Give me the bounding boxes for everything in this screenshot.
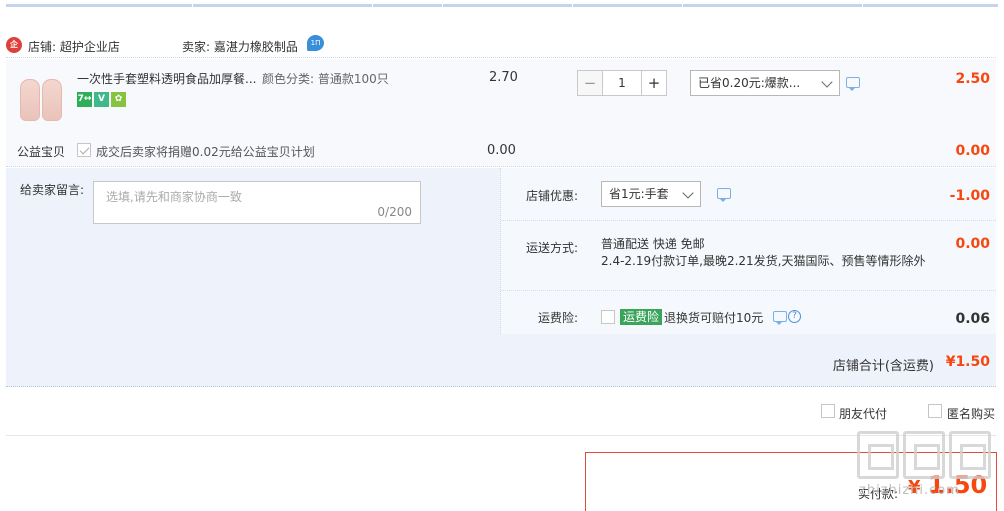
charity-text: 成交后卖家将捐赠0.02元给公益宝贝计划: [96, 145, 315, 159]
item-promo-select[interactable]: 已省0.20元:爆款...: [690, 70, 840, 96]
charity-label: 公益宝贝: [17, 145, 66, 159]
message-label: 给卖家留言:: [20, 183, 85, 197]
shop-header: 企 店铺: 超护企业店 卖家: 嘉湛力橡胶制品 1Π: [6, 32, 996, 58]
store-discount-label: 店铺优惠:: [526, 189, 579, 203]
shipping-row: 运送方式: 普通配送 快递 免邮 2.4-2.19付款订单,最晚2.21发货,天…: [501, 221, 996, 291]
item-total: 2.50: [955, 71, 990, 87]
item-thumbnail[interactable]: [16, 75, 66, 125]
chevron-down-icon: [821, 76, 833, 88]
charity-checkbox[interactable]: [77, 143, 91, 157]
watermark-text: zhizhizhi.com: [859, 483, 960, 498]
top-border-ticks: [6, 4, 998, 7]
charity-price: 0.00: [487, 143, 516, 158]
insurance-text: 退换货可赔付10元: [664, 311, 764, 325]
anonymous-label[interactable]: 匿名购买: [947, 405, 995, 422]
watermark-glyph-icon: [903, 431, 945, 479]
watermark-glyph-icon: [949, 431, 991, 479]
comment-icon[interactable]: [846, 77, 860, 91]
insurance-badge: 运费险: [620, 309, 663, 325]
friend-pay-checkbox[interactable]: [821, 404, 835, 418]
chat-seller-icon[interactable]: 1Π: [307, 35, 324, 51]
subtotal-value: ¥1.50: [945, 354, 990, 370]
quantity-increase-button[interactable]: +: [641, 70, 667, 96]
guarantee-icon[interactable]: ✿: [111, 92, 126, 107]
verified-icon[interactable]: V: [94, 92, 109, 107]
insurance-value: 0.06: [955, 311, 990, 327]
subtotal-label: 店铺合计(含运费): [832, 359, 934, 374]
store-discount-select[interactable]: 省1元:手套: [601, 181, 701, 207]
shipping-note: 2.4-2.19付款订单,最晚2.21发货,天猫国际、预售等情形除外: [601, 254, 926, 268]
comment-icon[interactable]: [717, 188, 731, 202]
insurance-checkbox[interactable]: [601, 310, 615, 324]
shop-logo-icon: 企: [6, 37, 22, 53]
help-icon[interactable]: ?: [788, 310, 801, 323]
insurance-label: 运费险:: [538, 311, 579, 325]
shipping-label: 运送方式:: [526, 241, 579, 255]
watermark: zhizhizhi.com: [855, 431, 995, 511]
store-discount-selected: 省1元:手套: [609, 187, 669, 201]
store-name-link[interactable]: 店铺: 超护企业店: [28, 38, 120, 55]
seller-name-link[interactable]: 卖家: 嘉湛力橡胶制品: [182, 38, 298, 55]
store-subtotal: 店铺合计(含运费) ¥1.50: [6, 334, 996, 387]
item-promo-selected: 已省0.20元:爆款...: [698, 76, 801, 90]
return-7day-icon[interactable]: 7↔: [77, 92, 92, 107]
order-details: 给卖家留言: 选填,请先和商家协商一致 0/200 店铺优惠: 省1元:手套 -…: [6, 168, 996, 334]
friend-pay-label[interactable]: 朋友代付: [839, 405, 887, 422]
quantity-input[interactable]: 1: [603, 70, 641, 96]
quantity-stepper: − 1 +: [577, 70, 667, 96]
store-discount-row: 店铺优惠: 省1元:手套 -1.00: [501, 168, 996, 221]
chevron-down-icon: [682, 187, 694, 199]
watermark-glyph-icon: [857, 431, 899, 479]
comment-icon[interactable]: [773, 311, 787, 325]
shipping-value: 0.00: [955, 236, 990, 252]
fees-panel: 店铺优惠: 省1元:手套 -1.00 运送方式: 普通配送 快递 免邮 2.4-…: [500, 168, 996, 334]
shipping-method: 普通配送 快递 免邮: [601, 237, 705, 251]
message-placeholder: 选填,请先和商家协商一致: [106, 190, 242, 204]
message-input[interactable]: 选填,请先和商家协商一致 0/200: [93, 181, 421, 224]
item-sku: 颜色分类: 普通款100只: [262, 72, 389, 86]
item-title-link[interactable]: 一次性手套塑料透明食品加厚餐...: [77, 70, 256, 87]
message-char-count: 0/200: [377, 205, 412, 219]
unit-price: 2.70: [489, 70, 518, 85]
charity-total: 0.00: [955, 143, 990, 159]
glove-image-icon: [42, 79, 62, 121]
order-options: 朋友代付 匿名购买: [6, 392, 996, 436]
anonymous-checkbox[interactable]: [928, 404, 942, 418]
item-badges: 7↔ V ✿: [77, 90, 128, 107]
insurance-row: 运费险: 运费险 退换货可赔付10元 ? 0.06: [501, 291, 996, 334]
glove-image-icon: [20, 79, 40, 121]
quantity-decrease-button[interactable]: −: [577, 70, 603, 96]
order-item: 一次性手套塑料透明食品加厚餐... 颜色分类: 普通款100只 7↔ V ✿ 2.7…: [6, 59, 996, 167]
store-discount-value: -1.00: [949, 188, 990, 204]
